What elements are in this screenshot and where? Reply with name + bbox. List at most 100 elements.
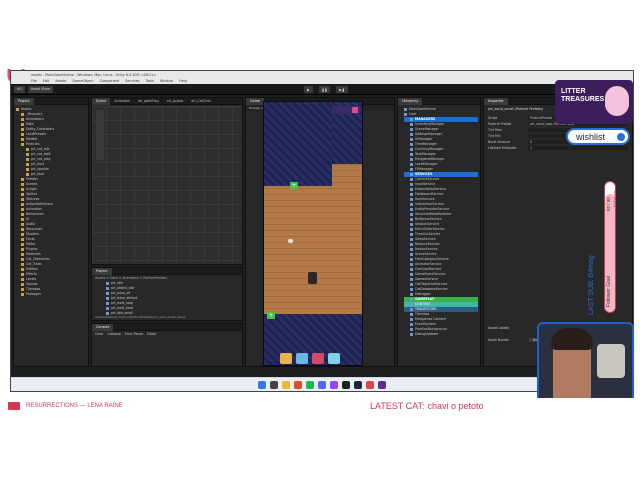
editor-dropdown[interactable]: Editor [147, 332, 156, 336]
latest-cat-label: LATEST CAT: [370, 401, 425, 411]
latest-cat: LATEST CAT: chavi o petoto [370, 401, 484, 411]
project-item-label: Behaviours [26, 212, 44, 216]
music-icon [8, 402, 20, 410]
tab-gateflag[interactable]: ah_gateFlag [134, 98, 163, 105]
field-label: Particle Prefab [488, 122, 511, 126]
game-viewport[interactable]: + + [263, 101, 363, 366]
explorer-icon[interactable] [282, 380, 290, 389]
project-item-label: Tilemaps [26, 287, 41, 291]
gameobject-icon [410, 332, 413, 336]
folder-icon [21, 112, 24, 116]
tab-project-bottom[interactable]: Project [92, 268, 112, 275]
tab-console[interactable]: Console [92, 324, 114, 331]
vs-icon[interactable] [378, 380, 386, 389]
expand-plus-icon[interactable]: + [290, 182, 298, 189]
field-value[interactable]: 1 [528, 146, 628, 150]
account-button[interactable]: AG [14, 85, 25, 93]
start-icon[interactable] [258, 380, 266, 389]
scene-tool-strip[interactable] [96, 110, 104, 160]
twitch-icon[interactable] [330, 380, 338, 389]
folder-icon [26, 167, 29, 171]
menu-gameobject[interactable]: GameObject [72, 79, 93, 83]
hierarchy-item-label: MicroOrderService [415, 227, 445, 231]
tab-project[interactable]: Project [14, 98, 34, 105]
hierarchy-item-label: ValueInfoModeSelector [415, 212, 452, 216]
browser-icon[interactable] [294, 380, 302, 389]
tab-scene[interactable]: Scene [92, 98, 111, 105]
inventory-button[interactable] [296, 353, 308, 364]
gameobject-icon [410, 167, 413, 171]
hierarchy-item-label: GAMEPLAY [415, 297, 435, 301]
tab-game[interactable]: Game [246, 98, 265, 105]
error-pause-button[interactable]: Error Pause [125, 332, 143, 336]
menu-edit[interactable]: Edit [43, 79, 50, 83]
expand-plus-icon-2[interactable]: + [267, 312, 275, 319]
menu-services[interactable]: Services [125, 79, 139, 83]
pause-icon[interactable]: ❚❚ [318, 86, 331, 93]
hierarchy-item-label: InventoryManager [415, 122, 445, 126]
hierarchy-item-label: EntityProviderService [415, 207, 450, 211]
hierarchy-item-label: ParallaxBackground [415, 327, 447, 331]
cat-sprite[interactable] [288, 239, 293, 243]
field-label: Tint Max [488, 128, 502, 132]
field-label: Lifetime Multiplier [488, 146, 517, 150]
obs-icon[interactable] [366, 380, 374, 389]
play-icon[interactable]: ▶ [304, 86, 313, 93]
close-icon[interactable] [352, 107, 358, 113]
shop-button[interactable] [280, 353, 292, 364]
settings-button[interactable] [328, 353, 340, 364]
gameobject-icon [410, 152, 413, 156]
dark-room-left [264, 102, 332, 186]
scene-panel: Scene Animator ah_gateFlag ah_gvjoss ah_… [91, 97, 243, 265]
hierarchy-item-label: InteractionService [415, 202, 445, 206]
folder-icon [21, 227, 24, 231]
folder-icon [21, 192, 24, 196]
hierarchy-item[interactable]: DebugUpdater [404, 332, 478, 337]
project-item-label: Cat_Traits [26, 262, 42, 266]
asset-store-button[interactable]: Asset Store [27, 85, 54, 93]
folder-icon [26, 147, 29, 151]
character-sprite[interactable] [308, 272, 317, 284]
menu-help[interactable]: Help [179, 79, 187, 83]
cats-button[interactable] [312, 353, 324, 364]
asset-icon [106, 301, 109, 305]
hierarchy-item-label: FieldCategoryService [415, 257, 449, 261]
menu-tools[interactable]: Tools [145, 79, 153, 83]
menu-file[interactable]: File [31, 79, 37, 83]
project-item[interactable]: Packages [16, 292, 86, 297]
tab-catctrls[interactable]: ah_CatCtrls [187, 98, 215, 105]
tab-hierarchy[interactable]: Hierarchy [398, 98, 423, 105]
discord-icon[interactable] [318, 380, 326, 389]
tab-gvjoss[interactable]: ah_gvjoss [163, 98, 188, 105]
step-icon[interactable]: ▶❚ [336, 86, 348, 93]
menu-component[interactable]: Component [99, 79, 119, 83]
folder-icon [21, 142, 24, 146]
file-item-label: prt_idle [111, 281, 123, 285]
tab-animator[interactable]: Animator [110, 98, 134, 105]
tab-inspector[interactable]: Inspector [484, 98, 508, 105]
project-item-label: Particles [26, 142, 40, 146]
project-item-label: Textures [26, 197, 40, 201]
gameobject-icon [410, 227, 413, 231]
project-item-label: Audio [26, 222, 36, 226]
gameobject-icon [410, 277, 413, 281]
spotify-icon[interactable] [306, 380, 314, 389]
gameobject-icon [410, 262, 413, 266]
search-icon[interactable] [270, 380, 278, 389]
wishlist-button[interactable]: wishlist [566, 128, 630, 145]
unity-icon[interactable] [342, 380, 350, 389]
steam-icon[interactable] [354, 380, 362, 389]
gameobject-icon [410, 247, 413, 251]
gameobject-icon [410, 322, 413, 326]
project-item-label: Shaders [26, 232, 39, 236]
litter-treasures-badge: LITTER TREASURES [555, 80, 633, 124]
menu-assets[interactable]: Assets [55, 79, 66, 83]
folder-icon [21, 212, 24, 216]
hierarchy-item-label: CONTENT [415, 302, 431, 306]
hierarchy-item-label: OverloadService [415, 267, 442, 271]
collapse-button[interactable]: Collapse [107, 332, 121, 336]
clear-button[interactable]: Clear [95, 332, 103, 336]
scene-grid[interactable] [92, 106, 242, 264]
menu-window[interactable]: Window [160, 79, 173, 83]
display-dropdown[interactable]: Display 1 [249, 106, 263, 110]
